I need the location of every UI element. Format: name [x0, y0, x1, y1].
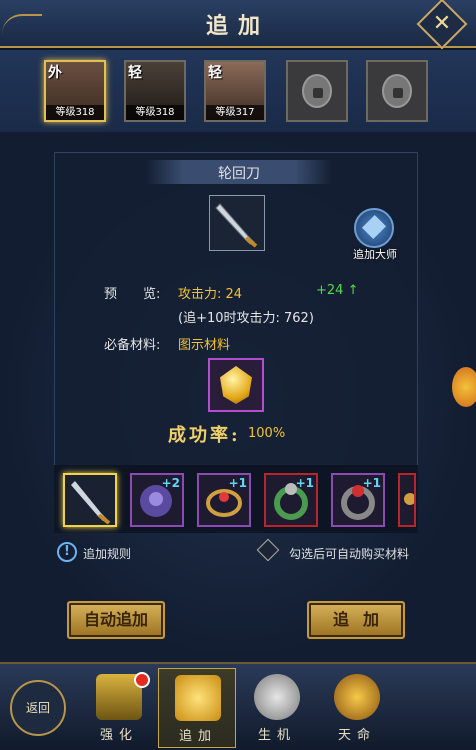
pearl-icon [254, 674, 300, 720]
destiny-emblem-icon [334, 674, 380, 720]
enhance-level: +1 [362, 476, 381, 490]
add-master-label: 追加大师 [353, 248, 397, 261]
header-bar: 追加 ✕ [0, 0, 476, 50]
master-gem-icon [361, 214, 387, 240]
blade-icon [71, 481, 111, 525]
crossed-swords-icon: ✕ [432, 11, 452, 36]
tab-label: 生机 [257, 728, 296, 743]
character-select-row: 外 等级318 轻 等级318 轻 等级317 [0, 50, 476, 132]
page-title: 追加 [205, 13, 270, 39]
lock-icon [382, 74, 412, 108]
materials-value: 图示材料 [178, 338, 231, 353]
character-slot-locked-2[interactable] [366, 60, 428, 122]
amulet-icon [404, 493, 414, 505]
success-rate-label: 成功率: [168, 425, 241, 446]
item-name: 轮回刀 [218, 166, 260, 182]
enhance-level: +2 [161, 476, 180, 490]
preview-stat: 攻击力: 24 [178, 287, 243, 302]
equipment-item-armor[interactable]: +2 [130, 473, 184, 527]
equipment-item-blade[interactable] [63, 473, 117, 527]
notification-dot [134, 672, 150, 688]
character-slot-1[interactable]: 外 等级318 [44, 60, 106, 122]
auto-add-button[interactable]: 自动追加 [67, 601, 165, 639]
enhance-level: +1 [295, 476, 314, 490]
material-slot[interactable] [208, 358, 264, 412]
character-level: 等级318 [46, 105, 104, 120]
add-master-button[interactable] [354, 208, 394, 248]
tab-vitality[interactable]: 生机 [238, 668, 316, 748]
character-slot-2[interactable]: 轻 等级318 [124, 60, 186, 122]
tab-destiny[interactable]: 天命 [318, 668, 396, 748]
tab-label: 天命 [337, 728, 376, 743]
preview-gain: +24 ↑ [316, 283, 359, 298]
character-level: 等级317 [206, 105, 264, 120]
materials-label: 必备材料: [104, 338, 161, 353]
class-badge: 轻 [128, 65, 142, 81]
gem-icon [175, 675, 221, 721]
class-badge: 轻 [208, 65, 222, 81]
weapon-slot[interactable] [209, 195, 265, 251]
gift-icon[interactable] [452, 367, 476, 407]
tab-label: 强化 [99, 728, 138, 743]
add-button[interactable]: 追加 [307, 601, 405, 639]
equipment-item-ring-green[interactable]: +1 [264, 473, 318, 527]
lock-icon [302, 74, 332, 108]
enhance-level: +1 [228, 476, 247, 490]
equipment-item-partial[interactable] [398, 473, 416, 527]
preview-label: 预 览: [104, 287, 161, 302]
tab-label: 追加 [178, 729, 217, 744]
character-slot-locked-1[interactable] [286, 60, 348, 122]
blade-icon [215, 203, 258, 248]
equipment-item-amulet[interactable]: +1 [197, 473, 251, 527]
rules-link[interactable]: 追加规则 [83, 545, 131, 562]
info-icon[interactable]: ! [57, 542, 77, 562]
auto-buy-label: 勾选后可自动购买材料 [289, 547, 410, 561]
character-slot-3[interactable]: 轻 等级317 [204, 60, 266, 122]
back-button[interactable]: 返回 [10, 680, 66, 736]
class-badge: 外 [48, 65, 62, 81]
character-level: 等级318 [126, 105, 184, 120]
equipment-item-ring-red[interactable]: +1 [331, 473, 385, 527]
tab-add[interactable]: 追加 [158, 668, 236, 748]
gold-gem-icon [220, 366, 252, 404]
success-rate-value: 100% [248, 426, 286, 441]
plus10-preview: (追+10时攻击力: 762) [178, 311, 314, 326]
